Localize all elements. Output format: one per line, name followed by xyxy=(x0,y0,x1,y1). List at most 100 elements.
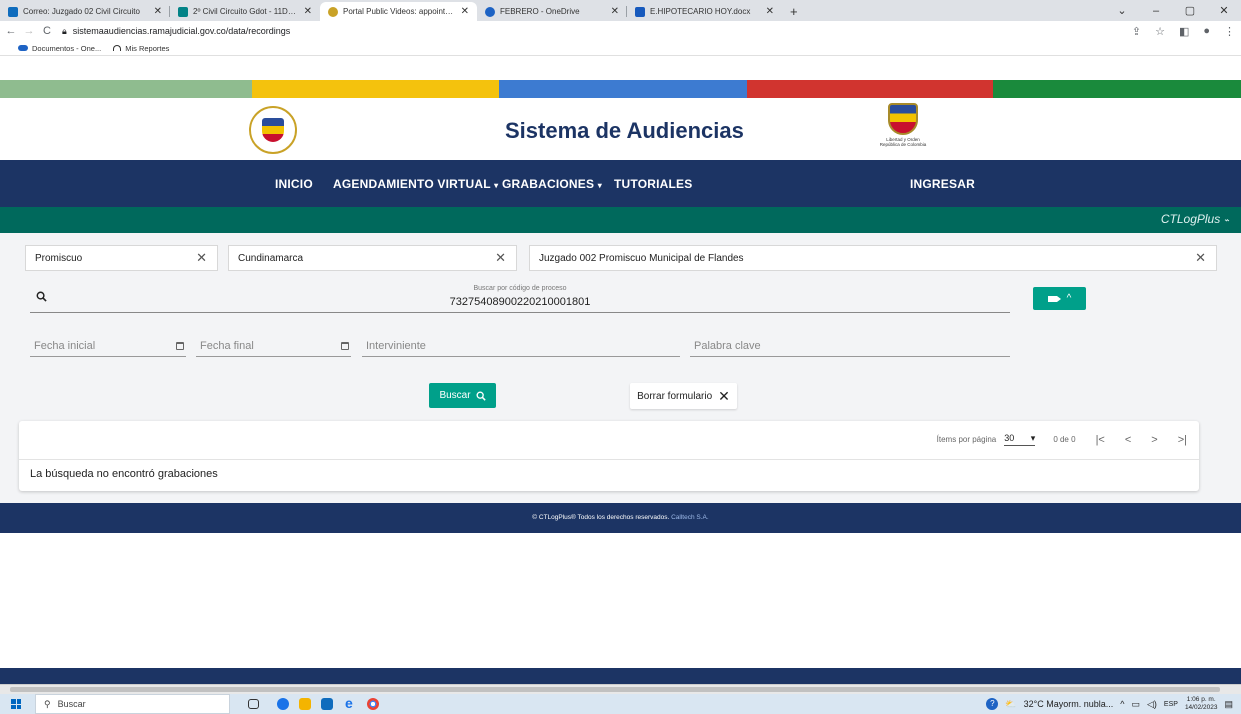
internet-explorer-icon[interactable]: e xyxy=(345,695,357,711)
items-per-page-label: Ítems por página xyxy=(936,435,997,444)
nav-label: GRABACIONES xyxy=(502,177,595,191)
menu-icon[interactable]: ⋮ xyxy=(1224,25,1235,38)
search-panel: Promiscuo ✕ Cundinamarca ✕ Juzgado 002 P… xyxy=(0,233,1241,503)
next-page-icon[interactable]: > xyxy=(1151,434,1157,446)
weather-text[interactable]: 32°C Mayorm. nubla... xyxy=(1024,699,1114,709)
colombia-seal: Libertad y Orden República de Colombia xyxy=(870,103,936,155)
nav-agendamiento-virtual[interactable]: AGENDAMIENTO VIRTUAL ▾ xyxy=(333,177,498,191)
word-icon xyxy=(635,6,645,17)
tab-search-icon[interactable]: ⌄ xyxy=(1105,4,1139,17)
calendar-icon[interactable] xyxy=(176,342,184,350)
task-view-icon[interactable] xyxy=(248,699,259,709)
tab-title: Correo: Juzgado 02 Civil Circuito xyxy=(23,7,140,16)
address-bar-row: ← → C 🔒︎ sistemaaudiencias.ramajudicial.… xyxy=(0,21,1241,41)
browser-tab-active[interactable]: Portal Public Videos: appointmen ✕ xyxy=(320,2,477,21)
color-stripe xyxy=(0,80,1241,98)
restore-button[interactable]: ▢ xyxy=(1173,4,1207,17)
close-window-button[interactable]: ✕ xyxy=(1207,4,1241,17)
language-indicator[interactable]: ESP xyxy=(1164,701,1178,708)
volume-icon[interactable]: ◁) xyxy=(1147,699,1157,710)
site-footer: © CTLogPlus® Todos los derechos reservad… xyxy=(0,503,1241,533)
buscar-button[interactable]: Buscar xyxy=(429,383,496,408)
departamento-select[interactable]: Cundinamarca ✕ xyxy=(228,245,517,271)
clear-icon[interactable]: ✕ xyxy=(495,250,506,266)
horizontal-scrollbar[interactable] xyxy=(0,684,1241,694)
brand-bar: CTLogPlus ⌁ xyxy=(0,207,1241,233)
close-icon[interactable]: ✕ xyxy=(766,6,774,17)
caret-down-icon: ▾ xyxy=(494,181,499,190)
page-title: Sistema de Audiencias xyxy=(505,118,744,143)
file-explorer-icon[interactable] xyxy=(299,698,311,710)
especialidad-select[interactable]: Promiscuo ✕ xyxy=(25,245,218,271)
despacho-select[interactable]: Juzgado 002 Promiscuo Municipal de Fland… xyxy=(529,245,1217,271)
system-tray: ? ⛅ 32°C Mayorm. nubla... ^ ▭ ◁) ESP 1:0… xyxy=(986,694,1241,714)
scrollbar-thumb[interactable] xyxy=(10,687,1220,692)
rama-judicial-logo[interactable] xyxy=(249,106,297,154)
mail-icon[interactable] xyxy=(321,698,333,710)
first-page-icon[interactable]: |< xyxy=(1096,434,1105,446)
help-icon[interactable]: ? xyxy=(986,698,999,710)
network-icon[interactable]: ▭ xyxy=(1131,699,1140,710)
clear-icon[interactable]: ✕ xyxy=(196,250,207,266)
windows-start-icon[interactable] xyxy=(11,699,21,709)
profile-icon[interactable]: ● xyxy=(1203,25,1210,38)
bottom-band xyxy=(0,668,1241,684)
clock[interactable]: 1:06 p. m. 14/02/2023 xyxy=(1185,696,1218,712)
nav-inicio[interactable]: INICIO xyxy=(275,177,313,191)
seal-caption: Libertad y Orden República de Colombia xyxy=(879,137,927,147)
fecha-final-field[interactable]: Fecha final xyxy=(196,337,351,357)
bookmark-onedrive[interactable]: Documentos - One... xyxy=(18,44,101,53)
close-icon[interactable]: ✕ xyxy=(461,6,469,17)
reload-icon[interactable]: C xyxy=(40,25,54,37)
last-page-icon[interactable]: >| xyxy=(1178,434,1187,446)
notifications-icon[interactable]: ▤ xyxy=(1224,699,1233,710)
windows-taskbar: ⚲ Buscar e ? ⛅ 32°C Mayorm. nubla... ^ ▭… xyxy=(0,694,1241,714)
company-link[interactable]: Calltech S.A. xyxy=(671,514,709,521)
share-icon[interactable]: ⇪ xyxy=(1132,25,1141,38)
interviniente-field[interactable]: Interviniente xyxy=(362,337,680,357)
brand-text: CTLogPlus xyxy=(1160,212,1221,226)
select-value: Promiscuo xyxy=(35,252,83,264)
taskbar-search[interactable]: ⚲ Buscar xyxy=(35,694,230,714)
nav-tutoriales[interactable]: TUTORIALES xyxy=(614,177,692,191)
process-code-search[interactable]: Buscar por código de proceso 73275408900… xyxy=(30,281,1010,313)
close-icon[interactable]: ✕ xyxy=(611,6,619,17)
forward-icon[interactable]: → xyxy=(22,25,36,37)
chrome-icon[interactable] xyxy=(367,698,379,710)
browser-tab[interactable]: 2º Civil Circuito Gdot - 11Devolu ✕ xyxy=(170,2,320,21)
prev-page-icon[interactable]: < xyxy=(1125,434,1131,446)
stripe-red xyxy=(747,80,993,98)
calendar-icon[interactable] xyxy=(341,342,349,350)
copyright-text: © CTLogPlus® Todos los derechos reservad… xyxy=(532,514,670,521)
login-link[interactable]: INGRESAR xyxy=(910,177,975,191)
omnibox[interactable]: 🔒︎ sistemaaudiencias.ramajudicial.gov.co… xyxy=(62,26,290,37)
bookmark-star-icon[interactable]: ☆ xyxy=(1155,25,1165,38)
back-icon[interactable]: ← xyxy=(4,25,18,37)
palabra-clave-field[interactable]: Palabra clave xyxy=(690,337,1010,357)
edge-icon[interactable] xyxy=(277,698,289,710)
close-icon[interactable]: ✕ xyxy=(304,6,312,17)
clear-icon[interactable]: ✕ xyxy=(1195,250,1206,266)
video-toggle-button[interactable]: ^ xyxy=(1033,287,1086,310)
tab-title: FEBRERO - OneDrive xyxy=(500,7,580,16)
browser-tab[interactable]: Correo: Juzgado 02 Civil Circuito ✕ xyxy=(0,2,170,21)
button-label: Buscar xyxy=(439,390,471,401)
new-tab-button[interactable]: + xyxy=(782,2,806,21)
nav-grabaciones[interactable]: GRABACIONES ▾ xyxy=(502,177,602,191)
sidepanel-icon[interactable]: ◧ xyxy=(1179,25,1189,38)
borrar-formulario-button[interactable]: Borrar formulario ✕ xyxy=(630,383,737,409)
browser-tab-strip: Correo: Juzgado 02 Civil Circuito ✕ 2º C… xyxy=(0,0,1241,21)
search-input[interactable]: 73275408900220210001801 xyxy=(30,296,1010,308)
minimize-button[interactable]: – xyxy=(1139,5,1173,17)
bookmark-reportes[interactable]: Mis Reportes xyxy=(113,44,169,53)
fecha-inicial-field[interactable]: Fecha inicial xyxy=(30,337,186,357)
close-icon[interactable]: ✕ xyxy=(154,6,162,17)
onedrive-icon xyxy=(18,45,28,51)
browser-tab[interactable]: FEBRERO - OneDrive ✕ xyxy=(477,2,627,21)
items-per-page-select[interactable]: 30 ▾ xyxy=(1004,433,1036,446)
field-placeholder: Fecha inicial xyxy=(34,340,96,352)
caret-down-icon: ▾ xyxy=(597,181,602,190)
chevron-up-icon[interactable]: ^ xyxy=(1120,699,1124,709)
site-favicon-icon xyxy=(328,6,338,17)
browser-tab[interactable]: E.HIPOTECARIO HOY.docx ✕ xyxy=(627,2,782,21)
